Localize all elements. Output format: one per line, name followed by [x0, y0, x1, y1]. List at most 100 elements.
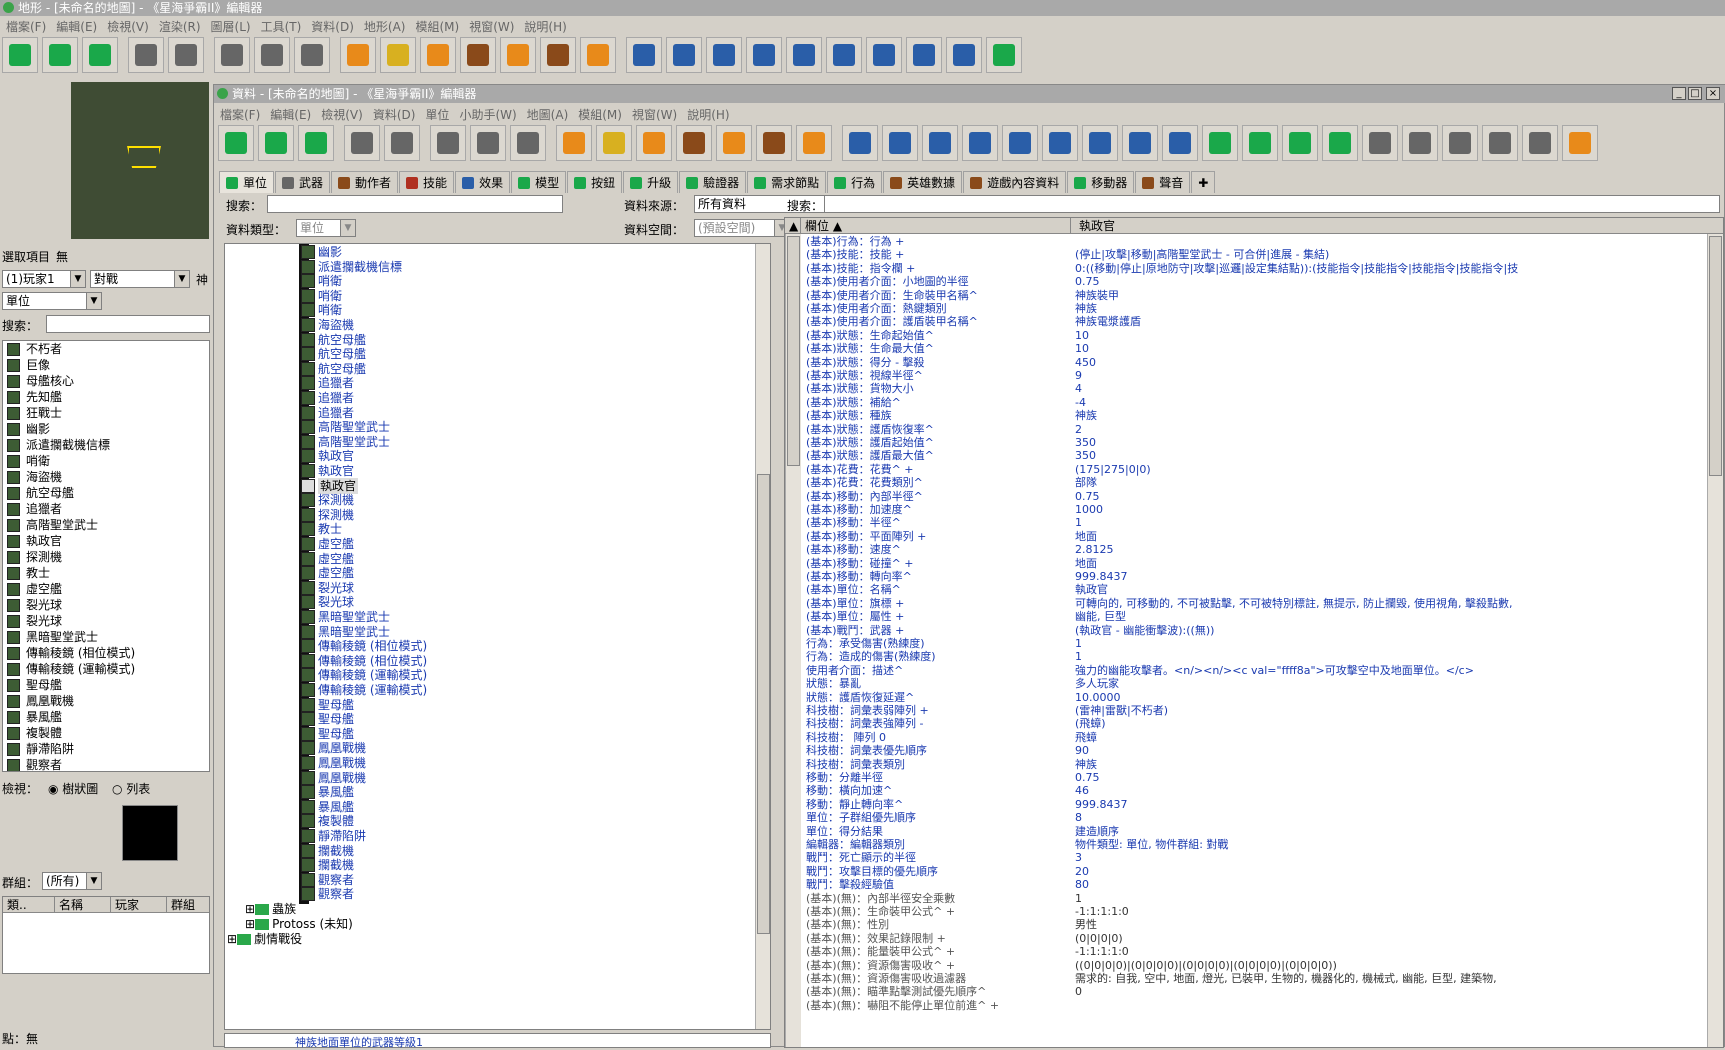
grid-header-field[interactable]: 欄位 ▲	[801, 218, 1071, 234]
tree-node[interactable]: 觀察者	[301, 872, 354, 888]
grid-row[interactable]: (基本)狀態：補給^ -4	[803, 396, 1579, 409]
tab-5[interactable]: 模型	[511, 171, 567, 193]
ai-button[interactable]	[706, 37, 742, 73]
grid-row[interactable]: (基本)戰鬥：武器 + (執政官 - 幽能衝擊波):((無))	[803, 624, 1579, 637]
unit-list-item[interactable]: 執政官	[3, 533, 209, 549]
bottom-list-item[interactable]: 神族地面單位的武器等級1	[224, 1033, 771, 1049]
tree-node[interactable]: 鳳凰戰機	[301, 740, 366, 756]
unit-list-item[interactable]: 鳳凰戰機	[3, 693, 209, 709]
tree-scrollbar[interactable]	[755, 244, 770, 1029]
cameras-button[interactable]	[756, 125, 792, 161]
tree-node[interactable]: 海盜機	[301, 317, 354, 333]
unit-category-combo[interactable]: 單位	[2, 292, 102, 310]
cutscene-button[interactable]	[826, 37, 862, 73]
unit-list-item[interactable]: 狂戰士	[3, 405, 209, 421]
unit-list-item[interactable]: 不朽者	[3, 341, 209, 357]
tab-8[interactable]: 驗證器	[679, 171, 747, 193]
grid-row[interactable]: (基本)移動：轉向率^ 999.8437	[803, 570, 1579, 583]
tree-node[interactable]: 哨衛	[301, 288, 342, 304]
save-button[interactable]	[1322, 125, 1358, 161]
unit-list-item[interactable]: 虛空艦	[3, 581, 209, 597]
tree-node[interactable]: 鳳凰戰機	[301, 770, 366, 786]
paths-button[interactable]	[796, 125, 832, 161]
unit-list-item[interactable]: 幽影	[3, 421, 209, 437]
grid-row[interactable]: (基本)單位：名稱^ 執政官	[803, 583, 1579, 596]
cameras-button[interactable]	[540, 37, 576, 73]
grid-row[interactable]: (基本)移動：碰撞^ + 地面	[803, 557, 1579, 570]
tree-node[interactable]: 鳳凰戰機	[301, 755, 366, 771]
grid-row[interactable]: (基本)狀態：生命起始值^ 10	[803, 329, 1579, 342]
tab-11[interactable]: 英雄數據	[883, 171, 963, 193]
unit-list-item[interactable]: 巨像	[3, 357, 209, 373]
tab-12[interactable]: 遊戲內容資料	[963, 171, 1067, 193]
tab-9[interactable]: 需求節點	[747, 171, 827, 193]
unit-list-item[interactable]: 高階聖堂武士	[3, 517, 209, 533]
placed-objects-header-col[interactable]: 類..	[3, 897, 55, 913]
tree-folder[interactable]: ⊞ Protoss (未知)	[245, 916, 353, 932]
unit-list-item[interactable]: 傳輸稜鏡 (運輸模式)	[3, 661, 209, 677]
save-button[interactable]	[82, 37, 118, 73]
grid-row[interactable]: 單位：子群組優先順序 8	[803, 811, 1579, 824]
expand-icon[interactable]: ⊞	[245, 901, 255, 917]
type-combo[interactable]: 對戰	[90, 270, 190, 288]
grid-row[interactable]: (基本)狀態：護盾恢復率^ 2	[803, 423, 1579, 436]
paste-button[interactable]	[1522, 125, 1558, 161]
player-combo[interactable]: (1)玩家1	[2, 270, 86, 288]
menu-item[interactable]: 模組(M)	[415, 20, 459, 34]
grid-row[interactable]: 戰鬥：攻擊目標的優先順序 20	[803, 865, 1579, 878]
tab-0[interactable]: 單位	[219, 171, 275, 193]
tree-node[interactable]: 探測機	[301, 507, 354, 523]
grid-header-value[interactable]: 執政官	[1075, 218, 1723, 234]
import-button[interactable]	[1002, 125, 1038, 161]
tree-node[interactable]: 航空母艦	[301, 361, 366, 377]
copy-button[interactable]	[254, 37, 290, 73]
menu-item[interactable]: 檔案(F)	[220, 108, 260, 122]
unit-list-item[interactable]: 暴風艦	[3, 709, 209, 725]
grid-row[interactable]: (基本)狀態：生命最大值^ 10	[803, 342, 1579, 355]
grid-row[interactable]: (基本)花費：花費類別^ 部隊	[803, 476, 1579, 489]
lighting-button[interactable]	[946, 37, 982, 73]
lighting-button[interactable]	[1162, 125, 1198, 161]
redo-button[interactable]	[1402, 125, 1438, 161]
grid-row[interactable]: 行為：造成的傷害(熟練度) 1	[803, 650, 1579, 663]
grid-row[interactable]: 科技樹：詞彙表類別 神族	[803, 758, 1579, 771]
new-file-button[interactable]	[2, 37, 38, 73]
expand-icon[interactable]: ⊞	[227, 931, 237, 947]
tree-node[interactable]: 複製體	[301, 813, 354, 829]
tree-node[interactable]: 追獵者	[301, 390, 354, 406]
paths-button[interactable]	[580, 37, 616, 73]
cutscene-button[interactable]	[1042, 125, 1078, 161]
tab-4[interactable]: 效果	[455, 171, 511, 193]
grid-left-thumb[interactable]	[787, 236, 800, 466]
redo-button[interactable]	[168, 37, 204, 73]
grid-row[interactable]: (基本)狀態：視線半徑^ 9	[803, 369, 1579, 382]
menu-item[interactable]: 工具(T)	[261, 20, 302, 34]
tree-node[interactable]: 教士	[301, 521, 342, 537]
tree-node[interactable]: 攔截機	[301, 843, 354, 859]
unit-list-item[interactable]: 追獵者	[3, 501, 209, 517]
tree-folder[interactable]: ⊞ 劇情戰役	[227, 931, 302, 947]
text-button[interactable]	[962, 125, 998, 161]
unit-list-item[interactable]: 探測機	[3, 549, 209, 565]
grid-row[interactable]: 單位：得分結果 建造順序	[803, 825, 1579, 838]
tree-node[interactable]: 追獵者	[301, 405, 354, 421]
unit-list-item[interactable]: 裂光球	[3, 597, 209, 613]
grid-row[interactable]: 移動：分離半徑 0.75	[803, 771, 1579, 784]
ai-button[interactable]	[922, 125, 958, 161]
menu-item[interactable]: 資料(D)	[373, 108, 416, 122]
menu-item[interactable]: 視窗(W)	[632, 108, 677, 122]
placed-objects-table[interactable]: 類.. 名稱 玩家 群組	[2, 896, 210, 974]
triggers-button[interactable]	[882, 125, 918, 161]
grid-row[interactable]: (基本)使用者介面：熱鍵類別 神族	[803, 302, 1579, 315]
field-value-grid[interactable]: ▲ 欄位 ▲ 執政官 (基本)行為：行為 + (基本)技能：技能 + (停止|攻擊|…	[784, 217, 1724, 1048]
unit-list-item[interactable]: 靜滯陷阱	[3, 741, 209, 757]
tab-6[interactable]: 按鈕	[567, 171, 623, 193]
grid-left-scrollbar[interactable]	[785, 234, 801, 1047]
grid-row[interactable]: (基本)技能：技能 + (停止|攻擊|移動|高階聖堂武士 - 可合併|進展 - 集…	[803, 248, 1579, 261]
menu-item[interactable]: 模組(M)	[578, 108, 622, 122]
grid-row[interactable]: 使用者介面：描述^ 強力的幽能攻擊者。<n/><n/><c val="ffff8a…	[803, 664, 1579, 677]
grid-row[interactable]: 行為：承受傷害(熟練度) 1	[803, 637, 1579, 650]
grid-row[interactable]: (基本)(無)：資源傷害吸收過濾器 需求的: 自我, 空中, 地面, 燈光, 已裝…	[803, 972, 1579, 985]
grid-row[interactable]: (基本)狀態：護盾最大值^ 350	[803, 449, 1579, 462]
menu-item[interactable]: 編輯(E)	[270, 108, 311, 122]
